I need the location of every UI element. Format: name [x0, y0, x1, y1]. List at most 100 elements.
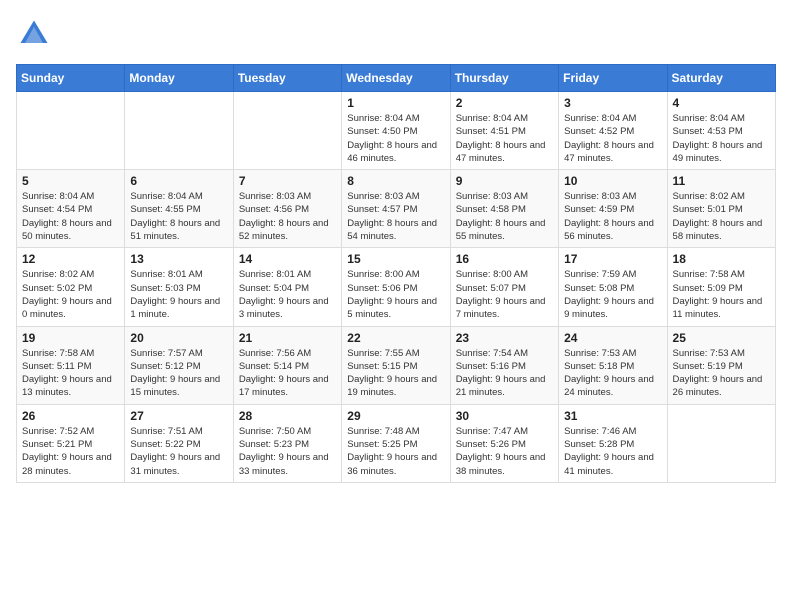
- day-number: 13: [130, 252, 227, 266]
- day-number: 27: [130, 409, 227, 423]
- day-cell: 15 Sunrise: 8:00 AMSunset: 5:06 PMDayligh…: [342, 248, 450, 326]
- column-header-saturday: Saturday: [667, 65, 775, 92]
- day-number: 6: [130, 174, 227, 188]
- day-info: Sunrise: 8:03 AMSunset: 4:57 PMDaylight:…: [347, 190, 444, 243]
- day-number: 10: [564, 174, 661, 188]
- day-info: Sunrise: 8:03 AMSunset: 4:59 PMDaylight:…: [564, 190, 661, 243]
- day-number: 20: [130, 331, 227, 345]
- day-info: Sunrise: 8:04 AMSunset: 4:50 PMDaylight:…: [347, 112, 444, 165]
- day-cell: 20 Sunrise: 7:57 AMSunset: 5:12 PMDayligh…: [125, 326, 233, 404]
- day-cell: 13 Sunrise: 8:01 AMSunset: 5:03 PMDayligh…: [125, 248, 233, 326]
- column-header-monday: Monday: [125, 65, 233, 92]
- day-info: Sunrise: 7:58 AMSunset: 5:09 PMDaylight:…: [673, 268, 770, 321]
- day-number: 17: [564, 252, 661, 266]
- day-number: 21: [239, 331, 336, 345]
- day-cell: 19 Sunrise: 7:58 AMSunset: 5:11 PMDayligh…: [17, 326, 125, 404]
- day-info: Sunrise: 8:01 AMSunset: 5:04 PMDaylight:…: [239, 268, 336, 321]
- day-cell: 29 Sunrise: 7:48 AMSunset: 5:25 PMDayligh…: [342, 404, 450, 482]
- day-info: Sunrise: 7:53 AMSunset: 5:18 PMDaylight:…: [564, 347, 661, 400]
- day-cell: 10 Sunrise: 8:03 AMSunset: 4:59 PMDayligh…: [559, 170, 667, 248]
- day-cell: 7 Sunrise: 8:03 AMSunset: 4:56 PMDaylight…: [233, 170, 341, 248]
- day-info: Sunrise: 8:00 AMSunset: 5:07 PMDaylight:…: [456, 268, 553, 321]
- day-info: Sunrise: 8:01 AMSunset: 5:03 PMDaylight:…: [130, 268, 227, 321]
- day-number: 5: [22, 174, 119, 188]
- day-info: Sunrise: 7:50 AMSunset: 5:23 PMDaylight:…: [239, 425, 336, 478]
- day-info: Sunrise: 7:52 AMSunset: 5:21 PMDaylight:…: [22, 425, 119, 478]
- day-cell: 18 Sunrise: 7:58 AMSunset: 5:09 PMDayligh…: [667, 248, 775, 326]
- day-number: 18: [673, 252, 770, 266]
- day-number: 31: [564, 409, 661, 423]
- page-header: [16, 16, 776, 52]
- day-info: Sunrise: 8:04 AMSunset: 4:51 PMDaylight:…: [456, 112, 553, 165]
- day-info: Sunrise: 8:04 AMSunset: 4:53 PMDaylight:…: [673, 112, 770, 165]
- day-number: 23: [456, 331, 553, 345]
- day-number: 28: [239, 409, 336, 423]
- day-number: 29: [347, 409, 444, 423]
- day-number: 7: [239, 174, 336, 188]
- day-number: 24: [564, 331, 661, 345]
- day-number: 22: [347, 331, 444, 345]
- day-info: Sunrise: 8:02 AMSunset: 5:01 PMDaylight:…: [673, 190, 770, 243]
- day-info: Sunrise: 7:57 AMSunset: 5:12 PMDaylight:…: [130, 347, 227, 400]
- day-number: 30: [456, 409, 553, 423]
- day-number: 3: [564, 96, 661, 110]
- day-info: Sunrise: 7:58 AMSunset: 5:11 PMDaylight:…: [22, 347, 119, 400]
- day-cell: 11Sunrise: 8:02 AMSunset: 5:01 PMDayligh…: [667, 170, 775, 248]
- day-number: 1: [347, 96, 444, 110]
- day-cell: 27Sunrise: 7:51 AMSunset: 5:22 PMDayligh…: [125, 404, 233, 482]
- day-info: Sunrise: 8:03 AMSunset: 4:58 PMDaylight:…: [456, 190, 553, 243]
- week-row-5: 26Sunrise: 7:52 AMSunset: 5:21 PMDayligh…: [17, 404, 776, 482]
- day-info: Sunrise: 7:55 AMSunset: 5:15 PMDaylight:…: [347, 347, 444, 400]
- day-cell: [667, 404, 775, 482]
- day-number: 15: [347, 252, 444, 266]
- day-info: Sunrise: 7:56 AMSunset: 5:14 PMDaylight:…: [239, 347, 336, 400]
- week-row-2: 5 Sunrise: 8:04 AMSunset: 4:54 PMDaylight…: [17, 170, 776, 248]
- day-number: 16: [456, 252, 553, 266]
- day-cell: 6 Sunrise: 8:04 AMSunset: 4:55 PMDaylight…: [125, 170, 233, 248]
- day-cell: 12Sunrise: 8:02 AMSunset: 5:02 PMDayligh…: [17, 248, 125, 326]
- day-cell: 28 Sunrise: 7:50 AMSunset: 5:23 PMDayligh…: [233, 404, 341, 482]
- day-info: Sunrise: 7:59 AMSunset: 5:08 PMDaylight:…: [564, 268, 661, 321]
- day-number: 9: [456, 174, 553, 188]
- day-info: Sunrise: 7:54 AMSunset: 5:16 PMDaylight:…: [456, 347, 553, 400]
- day-number: 19: [22, 331, 119, 345]
- day-cell: 30 Sunrise: 7:47 AMSunset: 5:26 PMDayligh…: [450, 404, 558, 482]
- day-info: Sunrise: 8:04 AMSunset: 4:54 PMDaylight:…: [22, 190, 119, 243]
- logo: [16, 16, 56, 52]
- day-cell: [17, 92, 125, 170]
- day-info: Sunrise: 7:47 AMSunset: 5:26 PMDaylight:…: [456, 425, 553, 478]
- day-cell: 9 Sunrise: 8:03 AMSunset: 4:58 PMDaylight…: [450, 170, 558, 248]
- day-number: 4: [673, 96, 770, 110]
- day-info: Sunrise: 7:53 AMSunset: 5:19 PMDaylight:…: [673, 347, 770, 400]
- calendar: SundayMondayTuesdayWednesdayThursdayFrid…: [16, 64, 776, 483]
- day-cell: [125, 92, 233, 170]
- day-info: Sunrise: 8:03 AMSunset: 4:56 PMDaylight:…: [239, 190, 336, 243]
- day-cell: 23 Sunrise: 7:54 AMSunset: 5:16 PMDayligh…: [450, 326, 558, 404]
- column-header-thursday: Thursday: [450, 65, 558, 92]
- day-info: Sunrise: 7:48 AMSunset: 5:25 PMDaylight:…: [347, 425, 444, 478]
- day-cell: 8 Sunrise: 8:03 AMSunset: 4:57 PMDaylight…: [342, 170, 450, 248]
- column-header-tuesday: Tuesday: [233, 65, 341, 92]
- day-number: 2: [456, 96, 553, 110]
- day-info: Sunrise: 8:00 AMSunset: 5:06 PMDaylight:…: [347, 268, 444, 321]
- day-cell: [233, 92, 341, 170]
- day-number: 25: [673, 331, 770, 345]
- day-info: Sunrise: 7:46 AMSunset: 5:28 PMDaylight:…: [564, 425, 661, 478]
- day-cell: 16 Sunrise: 8:00 AMSunset: 5:07 PMDayligh…: [450, 248, 558, 326]
- day-cell: 24 Sunrise: 7:53 AMSunset: 5:18 PMDayligh…: [559, 326, 667, 404]
- day-cell: 22 Sunrise: 7:55 AMSunset: 5:15 PMDayligh…: [342, 326, 450, 404]
- day-cell: 26Sunrise: 7:52 AMSunset: 5:21 PMDayligh…: [17, 404, 125, 482]
- column-header-sunday: Sunday: [17, 65, 125, 92]
- logo-icon: [16, 16, 52, 52]
- day-number: 12: [22, 252, 119, 266]
- day-number: 8: [347, 174, 444, 188]
- day-cell: 3Sunrise: 8:04 AMSunset: 4:52 PMDaylight…: [559, 92, 667, 170]
- day-cell: 5 Sunrise: 8:04 AMSunset: 4:54 PMDaylight…: [17, 170, 125, 248]
- day-number: 14: [239, 252, 336, 266]
- day-cell: 1 Sunrise: 8:04 AMSunset: 4:50 PMDaylight…: [342, 92, 450, 170]
- day-info: Sunrise: 8:04 AMSunset: 4:55 PMDaylight:…: [130, 190, 227, 243]
- day-cell: 21 Sunrise: 7:56 AMSunset: 5:14 PMDayligh…: [233, 326, 341, 404]
- day-cell: 4 Sunrise: 8:04 AMSunset: 4:53 PMDaylight…: [667, 92, 775, 170]
- column-header-wednesday: Wednesday: [342, 65, 450, 92]
- day-cell: 17 Sunrise: 7:59 AMSunset: 5:08 PMDayligh…: [559, 248, 667, 326]
